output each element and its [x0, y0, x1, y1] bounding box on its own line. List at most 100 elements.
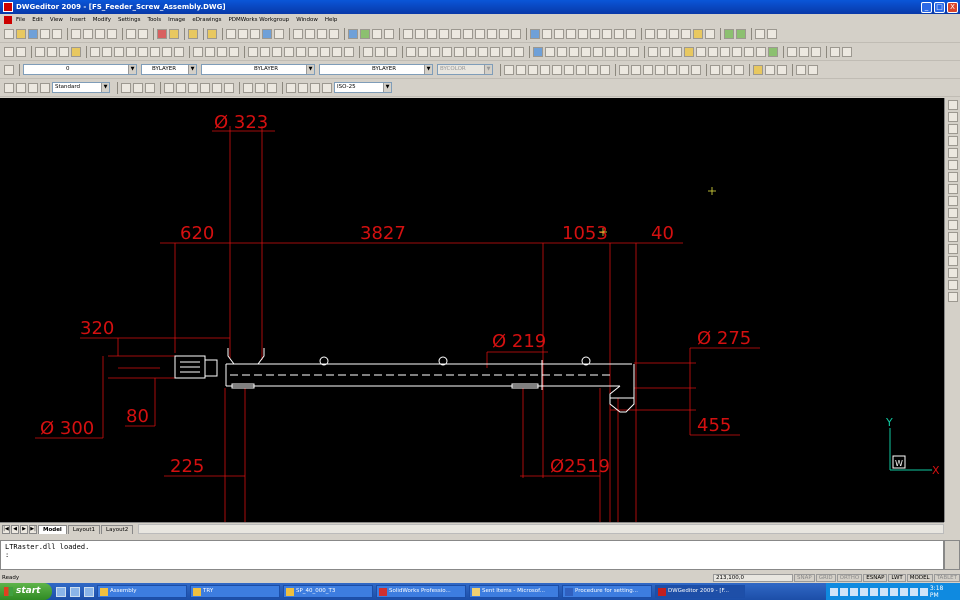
dim-style-dropdown[interactable]: ISO-25 ▼	[334, 82, 392, 93]
dim-edit-icon[interactable]	[286, 82, 296, 93]
hatch-icon[interactable]	[693, 28, 703, 39]
tray-network-icon[interactable]	[830, 587, 838, 596]
cylinder-icon[interactable]	[540, 64, 550, 75]
table-icon[interactable]	[387, 46, 397, 57]
arc-icon[interactable]	[296, 46, 306, 57]
define-attribute-icon[interactable]	[765, 64, 775, 75]
dim-diameter-icon[interactable]	[442, 46, 452, 57]
dim-angular-tb-icon[interactable]	[188, 82, 198, 93]
view-top-icon[interactable]	[947, 196, 958, 206]
layer-lock-icon[interactable]	[581, 46, 591, 57]
center-mark-tb-icon[interactable]	[267, 82, 277, 93]
draw-polygon-icon[interactable]	[344, 46, 354, 57]
menu-image[interactable]: Image	[168, 17, 185, 23]
snap-quadrant-icon[interactable]	[475, 28, 485, 39]
esnap-toggle[interactable]: ESNAP	[863, 573, 888, 582]
ucs-object-icon[interactable]	[672, 46, 682, 57]
chamfer-icon[interactable]	[205, 46, 215, 57]
layer-freeze-icon[interactable]	[569, 46, 579, 57]
zoom-all-icon[interactable]	[947, 148, 958, 158]
dim-continue-tb-icon[interactable]	[224, 82, 234, 93]
offset-icon[interactable]	[102, 46, 112, 57]
minimize-button[interactable]: _	[921, 1, 932, 13]
box-icon[interactable]	[516, 64, 526, 75]
ucs-y-icon[interactable]	[756, 46, 766, 57]
image-transparency-icon[interactable]	[578, 28, 588, 39]
drawing-svg[interactable]: Ø 323 620 3827 1053 40 320 Ø 219 Ø 275 8…	[0, 98, 944, 522]
area-icon[interactable]	[384, 28, 394, 39]
union-icon[interactable]	[619, 64, 629, 75]
menu-file[interactable]: File	[16, 17, 25, 23]
command-prompt[interactable]: :	[5, 551, 939, 559]
tab-model[interactable]: Model	[38, 525, 67, 534]
layer-make-current-icon[interactable]	[4, 64, 14, 75]
mesh-icon[interactable]	[722, 64, 732, 75]
zoom-icon[interactable]	[238, 28, 248, 39]
ucs-z-icon[interactable]	[768, 46, 778, 57]
center-mark-icon[interactable]	[514, 46, 524, 57]
print-icon[interactable]	[40, 28, 50, 39]
tablet-toggle[interactable]: TABLET	[933, 573, 960, 582]
dim-linear-tb-icon[interactable]	[121, 82, 131, 93]
layer-dropdown[interactable]: 0 ▼	[23, 64, 137, 75]
zoom-window-side-icon[interactable]	[947, 184, 958, 194]
extrude-icon[interactable]	[588, 64, 598, 75]
revolve-icon[interactable]	[600, 64, 610, 75]
polygon-icon[interactable]	[47, 46, 57, 57]
zoom-in-icon[interactable]	[947, 112, 958, 122]
taskbar-item-assembly[interactable]: Assembly	[97, 585, 187, 598]
viewport-scale-icon[interactable]	[811, 46, 821, 57]
chevron-down-icon[interactable]: ▼	[128, 65, 136, 74]
menu-window[interactable]: Window	[296, 17, 318, 23]
dim-baseline-icon[interactable]	[466, 46, 476, 57]
raster-crop-icon[interactable]	[626, 28, 636, 39]
rectangle-icon[interactable]	[16, 46, 26, 57]
dim-aligned-tb-icon[interactable]	[133, 82, 143, 93]
explorer-icon[interactable]	[207, 28, 217, 39]
circle-icon[interactable]	[248, 46, 258, 57]
print-preview-icon[interactable]	[52, 28, 62, 39]
edit-attribute-icon[interactable]	[777, 64, 787, 75]
chevron-down-icon[interactable]: ▼	[306, 65, 314, 74]
xref-icon[interactable]	[796, 64, 806, 75]
tab-first-button[interactable]: |◀	[2, 525, 10, 534]
open-icon[interactable]	[16, 28, 26, 39]
dim-radius-tb-icon[interactable]	[164, 82, 174, 93]
dim-update-icon[interactable]	[310, 82, 320, 93]
copy-icon[interactable]	[83, 28, 93, 39]
viewport-icon[interactable]	[787, 46, 797, 57]
text-style-icon[interactable]	[4, 82, 14, 93]
layer-manager-icon[interactable]	[533, 46, 543, 57]
ie-icon[interactable]	[56, 586, 66, 597]
mtext-icon[interactable]	[375, 46, 385, 57]
regen-icon[interactable]	[305, 28, 315, 39]
draw-line-icon[interactable]	[260, 46, 270, 57]
point-icon[interactable]	[4, 46, 14, 57]
menu-edit[interactable]: Edit	[32, 17, 43, 23]
lwt-toggle[interactable]: LWT	[888, 573, 906, 582]
scale-text-icon[interactable]	[40, 82, 50, 93]
edrawings-publish-icon[interactable]	[724, 28, 734, 39]
xref-clip-icon[interactable]	[808, 64, 818, 75]
window-cascade-icon[interactable]	[755, 28, 765, 39]
plotstyle-dropdown[interactable]: BYCOLOR ▼	[437, 64, 493, 75]
snap-insertion-icon[interactable]	[499, 28, 509, 39]
tray-sync-icon[interactable]	[899, 587, 908, 596]
cone-icon[interactable]	[552, 64, 562, 75]
tray-security-icon[interactable]	[869, 587, 878, 596]
ucs-zaxis-icon[interactable]	[720, 46, 730, 57]
command-window[interactable]: LTRaster.dll loaded. :	[0, 540, 944, 570]
zoom-realtime-icon[interactable]	[947, 136, 958, 146]
color-dropdown[interactable]: BYLAYER ▼	[141, 64, 197, 75]
layer-delete-icon[interactable]	[629, 46, 639, 57]
lineweight-dropdown[interactable]: BYLAYER ▼	[319, 64, 433, 75]
view-left-icon[interactable]	[947, 220, 958, 230]
redo-icon[interactable]	[138, 28, 148, 39]
menu-modify[interactable]: Modify	[93, 17, 111, 23]
help-icon[interactable]	[169, 28, 179, 39]
snap-midpoint-icon[interactable]	[415, 28, 425, 39]
dim-continue-icon[interactable]	[478, 46, 488, 57]
viewport-clip-icon[interactable]	[799, 46, 809, 57]
layer-previous-icon[interactable]	[545, 46, 555, 57]
layer-walk-icon[interactable]	[617, 46, 627, 57]
